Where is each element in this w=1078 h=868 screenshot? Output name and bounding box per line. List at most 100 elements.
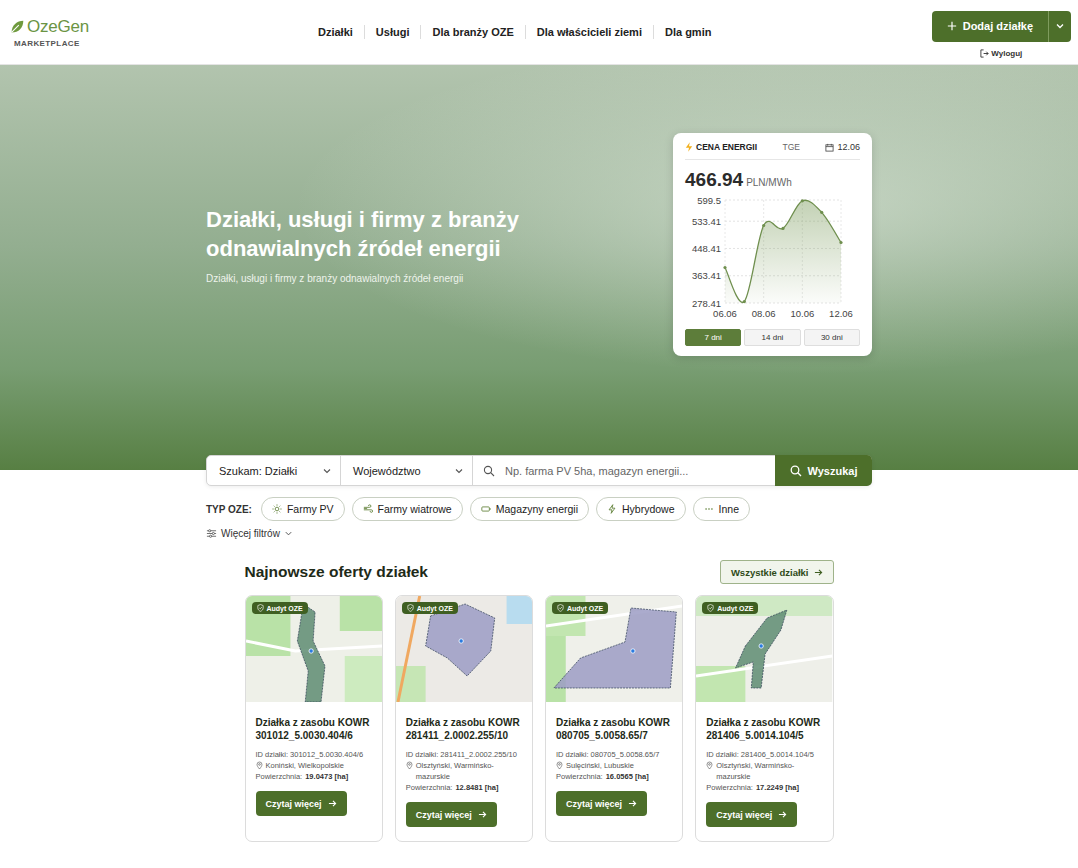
plot-card[interactable]: Audyt OZE Działka z zasobu KOWR 301012_5.… bbox=[245, 595, 383, 842]
svg-text:599.5: 599.5 bbox=[697, 195, 721, 206]
plot-cards: Audyt OZE Działka z zasobu KOWR 301012_5.… bbox=[245, 595, 834, 842]
svg-text:363.41: 363.41 bbox=[692, 270, 721, 281]
audit-badge: Audyt OZE bbox=[252, 602, 308, 614]
audit-badge-label: Audyt OZE bbox=[267, 605, 303, 612]
price-line bbox=[725, 200, 841, 302]
add-plot-button[interactable]: Dodaj działkę bbox=[932, 11, 1048, 42]
search-type-select[interactable]: Szukam: Działki bbox=[207, 456, 341, 485]
read-more-button[interactable]: Czytaj więcej bbox=[406, 802, 497, 827]
header-actions: Dodaj działkę Wyloguj bbox=[932, 7, 1071, 58]
plot-shape bbox=[297, 604, 325, 702]
plot-shape bbox=[425, 604, 494, 676]
hero: Działki, usługi i firmy z branżyodnawial… bbox=[0, 65, 1078, 470]
energy-price-card: CENA ENERGIITGE12.06466.94PLN/MWh599.553… bbox=[673, 133, 872, 356]
shield-icon bbox=[707, 604, 714, 612]
arrow-right-icon bbox=[478, 810, 487, 819]
filter-chip[interactable]: Farmy PV bbox=[261, 497, 345, 521]
chevron-down-icon bbox=[284, 529, 293, 538]
header: OzeGenMARKETPLACEDziałkiUsługiDla branży… bbox=[0, 0, 1078, 65]
sliders-icon bbox=[206, 528, 217, 539]
add-plot-dropdown[interactable] bbox=[1048, 11, 1071, 42]
leaf-icon bbox=[8, 18, 26, 36]
price-point[interactable] bbox=[820, 211, 823, 214]
plot-card[interactable]: Audyt OZE Działka z zasobu KOWR 080705_5.… bbox=[545, 595, 683, 842]
region-select[interactable]: Województwo bbox=[341, 456, 473, 485]
price-card-header: CENA ENERGIITGE12.06 bbox=[685, 142, 860, 160]
plot-pin-icon bbox=[759, 644, 763, 648]
hero-text: Działki, usługi i firmy z branżyodnawial… bbox=[206, 205, 519, 284]
price-point[interactable] bbox=[723, 266, 726, 269]
svg-text:08.06: 08.06 bbox=[752, 308, 776, 319]
filter-label: TYP OZE: bbox=[206, 504, 252, 515]
range-button[interactable]: 30 dni bbox=[804, 329, 860, 346]
nav-item[interactable]: Dla właścicieli ziemi bbox=[525, 25, 653, 39]
plot-title: Działka z zasobu KOWR 301012_5.0030.404/… bbox=[256, 716, 373, 742]
search-input[interactable] bbox=[503, 464, 775, 478]
nav-item[interactable]: Dla branży OZE bbox=[420, 25, 524, 39]
arrow-right-icon bbox=[328, 799, 337, 808]
plot-id: ID działki: 281406_5.0014.104/5 bbox=[706, 749, 814, 760]
plot-map: Audyt OZE bbox=[396, 596, 532, 702]
logout-icon bbox=[980, 49, 989, 58]
plot-location-text: Koniński, Wielkopolskie bbox=[266, 760, 344, 771]
price-point[interactable] bbox=[762, 224, 765, 227]
listings-title: Najnowsze oferty działek bbox=[245, 563, 428, 581]
audit-badge-label: Audyt OZE bbox=[417, 605, 453, 612]
plot-title: Działka z zasobu KOWR 281411_2.0002.255/… bbox=[406, 716, 523, 742]
read-more-button[interactable]: Czytaj więcej bbox=[706, 802, 797, 827]
plot-location: Koniński, Wielkopolskie bbox=[256, 760, 344, 771]
hero-title: Działki, usługi i firmy z branżyodnawial… bbox=[206, 205, 519, 263]
plot-area-label: Powierzchnia: bbox=[406, 783, 453, 792]
price-card-title-text: CENA ENERGII bbox=[696, 142, 757, 152]
range-button[interactable]: 14 dni bbox=[744, 329, 800, 346]
add-plot-split-button: Dodaj działkę bbox=[932, 11, 1071, 42]
plot-card-body: Działka z zasobu KOWR 281411_2.0002.255/… bbox=[396, 702, 532, 841]
filter-chip[interactable]: Inne bbox=[693, 497, 750, 521]
price-value-row: 466.94PLN/MWh bbox=[685, 169, 860, 191]
main-nav: DziałkiUsługiDla branży OZEDla właścicie… bbox=[307, 25, 722, 39]
audit-badge-label: Audyt OZE bbox=[567, 605, 603, 612]
range-button[interactable]: 7 dni bbox=[685, 329, 741, 346]
filter-chip[interactable]: Farmy wiatrowe bbox=[352, 497, 463, 521]
search-field bbox=[473, 456, 775, 485]
nav-item[interactable]: Usługi bbox=[364, 25, 421, 39]
plot-id: ID działki: 080705_5.0058.65/7 bbox=[556, 749, 659, 760]
logout-link[interactable]: Wyloguj bbox=[980, 49, 1022, 58]
shield-icon bbox=[257, 604, 264, 612]
plot-map: Audyt OZE bbox=[546, 596, 682, 702]
plot-location-text: Sulęciński, Lubuskie bbox=[566, 760, 634, 771]
price-point[interactable] bbox=[743, 300, 746, 303]
plot-shape bbox=[736, 610, 787, 688]
plot-area-value: 16.0565 [ha] bbox=[606, 772, 649, 781]
price-point[interactable] bbox=[839, 241, 842, 244]
price-source: TGE bbox=[783, 142, 800, 152]
svg-text:448.41: 448.41 bbox=[692, 243, 721, 254]
read-more-button[interactable]: Czytaj więcej bbox=[556, 791, 647, 816]
more-filters-row: Więcej filtrów bbox=[206, 526, 872, 541]
more-filters-button[interactable]: Więcej filtrów bbox=[206, 526, 293, 541]
read-more-button[interactable]: Czytaj więcej bbox=[256, 791, 347, 816]
region-select-value: Województwo bbox=[353, 465, 421, 477]
logo[interactable]: OzeGenMARKETPLACE bbox=[8, 17, 307, 48]
plot-card[interactable]: Audyt OZEDziałka z zasobu KOWR 281406_5.… bbox=[695, 595, 833, 842]
price-point[interactable] bbox=[781, 227, 784, 230]
search-icon bbox=[790, 465, 802, 477]
range-selector: 7 dni14 dni30 dni bbox=[685, 329, 860, 346]
nav-item[interactable]: Działki bbox=[307, 25, 364, 39]
read-more-label: Czytaj więcej bbox=[566, 799, 622, 809]
all-plots-button[interactable]: Wszystkie działki bbox=[720, 560, 834, 584]
plot-card[interactable]: Audyt OZE Działka z zasobu KOWR 281411_2.… bbox=[395, 595, 533, 842]
more-filters-label: Więcej filtrów bbox=[221, 528, 280, 539]
location-pin-icon bbox=[556, 761, 563, 770]
audit-badge: Audyt OZE bbox=[702, 602, 758, 614]
price-point[interactable] bbox=[801, 199, 804, 202]
price-card-title: CENA ENERGII bbox=[685, 142, 757, 152]
plot-title: Działka z zasobu KOWR 080705_5.0058.65/7 bbox=[556, 716, 673, 742]
plot-map: Audyt OZE bbox=[246, 596, 382, 702]
filter-chip[interactable]: Magazyny energii bbox=[470, 497, 589, 521]
nav-item[interactable]: Dla gmin bbox=[653, 25, 722, 39]
plot-location: Olsztyński, Warmińsko-mazurskie bbox=[706, 760, 823, 782]
search-button[interactable]: Wyszukaj bbox=[775, 455, 872, 486]
filter-chip[interactable]: Hybrydowe bbox=[596, 497, 686, 521]
plot-map: Audyt OZE bbox=[696, 596, 832, 702]
